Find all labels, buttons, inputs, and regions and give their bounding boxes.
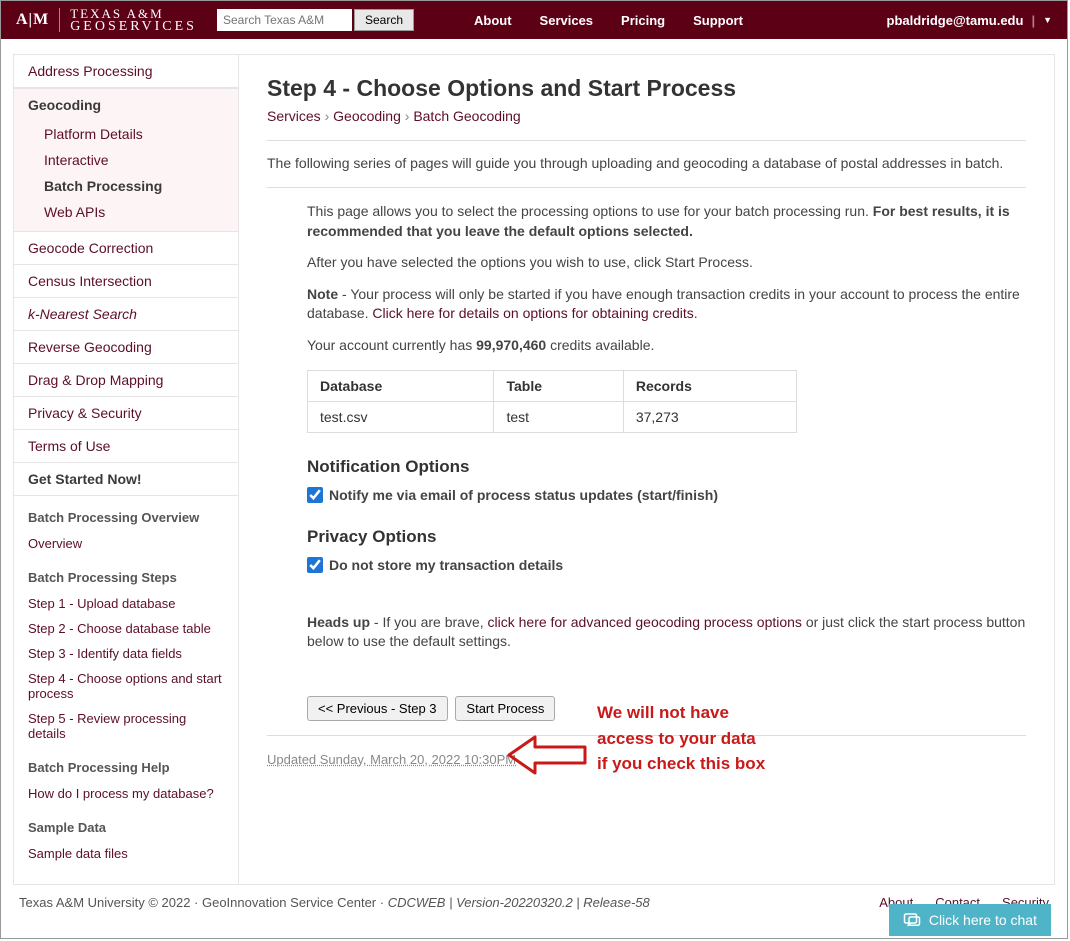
chat-icon	[903, 911, 921, 929]
chevron-down-icon: ▼	[1043, 15, 1052, 25]
sidebar-subitem-batch-processing[interactable]: Batch Processing	[14, 173, 238, 199]
table-row: test.csv test 37,273	[308, 401, 797, 432]
site-logo[interactable]: A|M TEXAS A&M GEOSERVICES	[16, 7, 197, 34]
chat-label: Click here to chat	[929, 912, 1037, 928]
sidebar-link-step3[interactable]: Step 3 - Identify data fields	[14, 641, 238, 666]
credits-note: Note - Your process will only be started…	[307, 285, 1026, 324]
logo-text: TEXAS A&M GEOSERVICES	[70, 7, 197, 34]
sidebar-link-sample-files[interactable]: Sample data files	[14, 841, 238, 866]
user-menu[interactable]: pbaldridge@tamu.edu | ▼	[887, 13, 1052, 28]
sidebar-group-sample-title: Sample Data	[14, 806, 238, 841]
breadcrumb-batch[interactable]: Batch Geocoding	[413, 108, 520, 124]
td-table: test	[494, 401, 623, 432]
sidebar-item-privacy-security[interactable]: Privacy & Security	[14, 397, 238, 429]
sidebar-item-address-processing[interactable]: Address Processing	[14, 55, 238, 87]
annotation-text: We will not have access to your data if …	[597, 700, 765, 777]
advanced-options-link[interactable]: click here for advanced geocoding proces…	[488, 614, 802, 630]
sidebar-link-step2[interactable]: Step 2 - Choose database table	[14, 616, 238, 641]
sidebar-group-overview-title: Batch Processing Overview	[14, 496, 238, 531]
notification-options-heading: Notification Options	[307, 457, 1026, 477]
annotation-arrow-icon	[507, 733, 587, 777]
sidebar-subitem-web-apis[interactable]: Web APIs	[14, 199, 238, 225]
logo-divider	[59, 8, 60, 32]
search-form: Search	[217, 9, 414, 31]
sidebar-link-step4[interactable]: Step 4 - Choose options and start proces…	[14, 666, 238, 706]
search-input[interactable]	[217, 9, 352, 31]
footer-left: Texas A&M University © 2022 · GeoInnovat…	[19, 895, 650, 910]
nav-services[interactable]: Services	[540, 13, 594, 28]
th-table: Table	[494, 370, 623, 401]
credits-available: Your account currently has 99,970,460 cr…	[307, 336, 1026, 356]
th-database: Database	[308, 370, 494, 401]
headsup-text: Heads up - If you are brave, click here …	[307, 613, 1026, 652]
sidebar-subitem-platform-details[interactable]: Platform Details	[14, 121, 238, 147]
breadcrumb-geocoding[interactable]: Geocoding	[333, 108, 401, 124]
th-records: Records	[623, 370, 796, 401]
do-not-store-checkbox[interactable]	[307, 557, 323, 573]
breadcrumb-services[interactable]: Services	[267, 108, 321, 124]
table-header-row: Database Table Records	[308, 370, 797, 401]
sidebar-link-step1[interactable]: Step 1 - Upload database	[14, 591, 238, 616]
nav-about[interactable]: About	[474, 13, 512, 28]
start-instruction: After you have selected the options you …	[307, 253, 1026, 273]
page-title: Step 4 - Choose Options and Start Proces…	[267, 75, 1026, 102]
main-content: Step 4 - Choose Options and Start Proces…	[239, 54, 1055, 885]
sidebar-item-terms[interactable]: Terms of Use	[14, 430, 238, 462]
privacy-options-heading: Privacy Options	[307, 527, 1026, 547]
td-records: 37,273	[623, 401, 796, 432]
sidebar-item-knearest[interactable]: k-Nearest Search	[14, 298, 238, 330]
sidebar-item-geocode-correction[interactable]: Geocode Correction	[14, 232, 238, 264]
sidebar-item-geocoding[interactable]: Geocoding	[14, 88, 238, 121]
user-email: pbaldridge@tamu.edu	[887, 13, 1024, 28]
credits-options-link[interactable]: Click here for details on options for ob…	[372, 305, 693, 321]
notify-email-checkbox[interactable]	[307, 487, 323, 503]
site-header: A|M TEXAS A&M GEOSERVICES Search About S…	[1, 1, 1067, 39]
notify-email-label: Notify me via email of process status up…	[329, 487, 718, 503]
sidebar: Address Processing Geocoding Platform De…	[13, 54, 239, 885]
nav-pricing[interactable]: Pricing	[621, 13, 665, 28]
sidebar-item-drag-drop[interactable]: Drag & Drop Mapping	[14, 364, 238, 396]
logo-atm-icon: A|M	[16, 11, 49, 29]
start-process-button[interactable]: Start Process	[455, 696, 555, 721]
do-not-store-label: Do not store my transaction details	[329, 557, 563, 573]
search-button[interactable]: Search	[354, 9, 414, 31]
top-nav: About Services Pricing Support	[474, 13, 743, 28]
sidebar-item-census-intersection[interactable]: Census Intersection	[14, 265, 238, 297]
sidebar-item-get-started[interactable]: Get Started Now!	[14, 463, 238, 495]
sidebar-link-overview[interactable]: Overview	[14, 531, 238, 556]
previous-step-button[interactable]: << Previous - Step 3	[307, 696, 448, 721]
chat-widget[interactable]: Click here to chat	[889, 904, 1051, 936]
sidebar-subitem-interactive[interactable]: Interactive	[14, 147, 238, 173]
nav-support[interactable]: Support	[693, 13, 743, 28]
intro-text: The following series of pages will guide…	[267, 155, 1026, 171]
td-database: test.csv	[308, 401, 494, 432]
sidebar-group-help-title: Batch Processing Help	[14, 746, 238, 781]
sidebar-item-reverse-geocoding[interactable]: Reverse Geocoding	[14, 331, 238, 363]
sidebar-link-howto[interactable]: How do I process my database?	[14, 781, 238, 806]
sidebar-group-steps-title: Batch Processing Steps	[14, 556, 238, 591]
database-table: Database Table Records test.csv test 37,…	[307, 370, 797, 433]
breadcrumb: Services › Geocoding › Batch Geocoding	[267, 108, 1026, 124]
sidebar-link-step5[interactable]: Step 5 - Review processing details	[14, 706, 238, 746]
options-description: This page allows you to select the proce…	[307, 202, 1026, 241]
